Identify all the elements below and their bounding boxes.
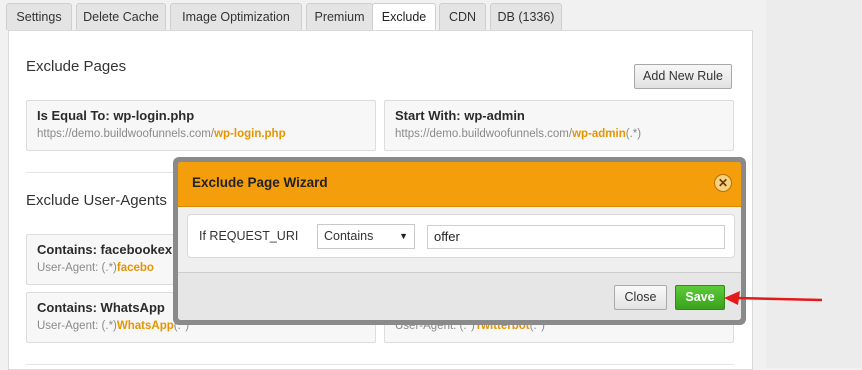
tab-settings[interactable]: Settings — [6, 3, 72, 30]
rule-title: Start With: wp-admin — [395, 108, 525, 123]
add-new-rule-button[interactable]: Add New Rule — [634, 64, 732, 89]
rule-title: Is Equal To: wp-login.php — [37, 108, 195, 123]
modal-content: Exclude Page Wizard ✕ If REQUEST_URI Con… — [178, 162, 741, 320]
close-button[interactable]: Close — [614, 285, 667, 310]
right-sidebar — [766, 0, 862, 368]
tab-image-optimization[interactable]: Image Optimization — [170, 3, 302, 30]
operator-value: Contains — [324, 229, 374, 243]
modal-title: Exclude Page Wizard — [192, 175, 328, 190]
condition-row: If REQUEST_URI Contains ▼ offer — [187, 214, 735, 258]
rule-url: https://demo.buildwoofunnels.com/wp-admi… — [395, 128, 642, 140]
tab-cdn[interactable]: CDN — [439, 3, 486, 30]
operator-select[interactable]: Contains ▼ — [317, 224, 415, 249]
value-input[interactable]: offer — [427, 225, 725, 249]
page-rule-card[interactable]: Start With: wp-admin https://demo.buildw… — [384, 100, 734, 151]
modal-header: Exclude Page Wizard ✕ — [178, 162, 741, 207]
tab-db[interactable]: DB (1336) — [490, 3, 562, 30]
exclude-page-wizard-modal: Exclude Page Wizard ✕ If REQUEST_URI Con… — [173, 157, 746, 325]
save-button[interactable]: Save — [675, 285, 725, 310]
condition-label: If REQUEST_URI — [199, 229, 299, 243]
chevron-down-icon: ▼ — [399, 231, 408, 241]
close-icon[interactable]: ✕ — [714, 174, 732, 192]
exclude-user-agents-title: Exclude User-Agents — [26, 192, 167, 209]
tab-delete-cache[interactable]: Delete Cache — [76, 3, 166, 30]
section-divider — [26, 364, 734, 365]
tab-exclude[interactable]: Exclude — [372, 3, 436, 32]
annotation-arrow-icon — [724, 291, 823, 305]
page-rule-card[interactable]: Is Equal To: wp-login.php https://demo.b… — [26, 100, 376, 151]
tab-premium[interactable]: Premium — [306, 3, 373, 30]
modal-footer: Close Save — [178, 272, 741, 320]
exclude-pages-title: Exclude Pages — [26, 58, 127, 75]
rule-url: https://demo.buildwoofunnels.com/wp-logi… — [37, 128, 286, 140]
